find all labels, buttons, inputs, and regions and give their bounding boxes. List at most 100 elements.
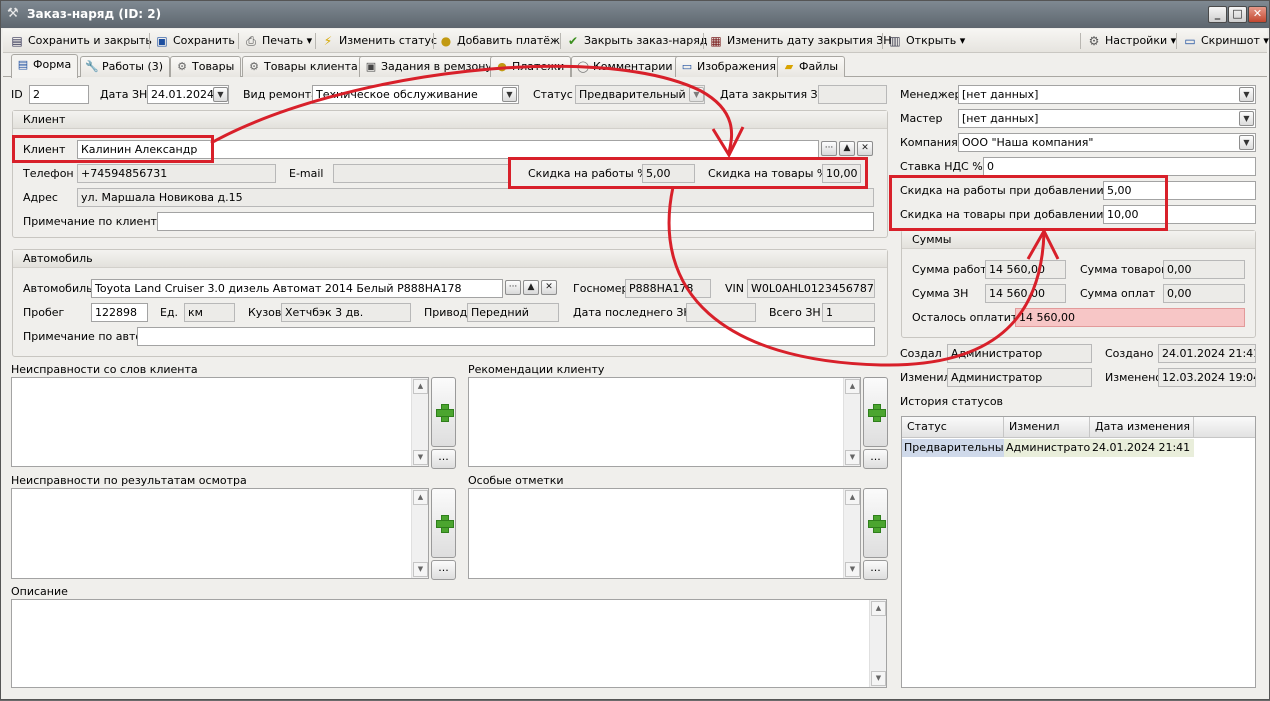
special-marks-add-button[interactable] <box>863 488 888 558</box>
tab-goods[interactable]: ⚙ Товары <box>170 56 242 77</box>
inspection-faults-scrollbar[interactable]: ▲ ▼ <box>411 489 428 578</box>
manager-dropdown-button[interactable]: ▼ <box>1239 87 1254 102</box>
tab-works[interactable]: 🔧 Работы (3) <box>80 56 171 77</box>
master-dropdown-button[interactable]: ▼ <box>1239 111 1254 126</box>
special-marks-scrollbar[interactable]: ▲ ▼ <box>843 489 860 578</box>
description-scrollbar[interactable]: ▲ ▼ <box>869 600 886 687</box>
recommendations-more-button[interactable]: ... <box>863 449 888 469</box>
unit-field: км <box>184 303 235 322</box>
vat-field[interactable]: 0 <box>983 157 1256 176</box>
column-header-changed-by[interactable]: Изменил <box>1004 417 1090 438</box>
client-up-button[interactable]: ▲ <box>839 141 855 156</box>
vin-field: W0L0AHL0123456787 <box>747 279 875 298</box>
tab-form[interactable]: ▤ Форма <box>11 54 79 78</box>
open-menu-button[interactable]: ▥ Открыть ▾ <box>887 32 965 50</box>
tab-files[interactable]: ▰ Файлы <box>777 56 846 77</box>
created-by-label: Создал <box>900 347 942 360</box>
image-icon: ▭ <box>681 60 693 73</box>
save-close-button[interactable]: ▤ Сохранить и закрыть <box>9 32 151 50</box>
recommendations-label: Рекомендации клиенту <box>468 363 605 376</box>
folder-icon: ▰ <box>784 60 794 73</box>
change-close-date-button[interactable]: ▦ Изменить дату закрытия ЗН <box>708 32 891 50</box>
close-order-button[interactable]: ✔ Закрыть заказ-наряд <box>565 32 707 50</box>
recommendations-memo[interactable]: ▲ ▼ <box>468 377 861 467</box>
minimize-button[interactable]: _ <box>1208 6 1227 23</box>
client-faults-more-button[interactable]: ... <box>431 449 456 469</box>
table-cell[interactable]: 24.01.2024 21:41 <box>1090 439 1194 457</box>
email-field <box>333 164 511 183</box>
special-marks-memo[interactable]: ▲ ▼ <box>468 488 861 579</box>
vat-label: Ставка НДС % <box>900 160 983 173</box>
change-status-button[interactable]: ⚡ Изменить статус <box>320 32 437 50</box>
changed-by-label: Изменил <box>900 371 951 384</box>
goods-sum-label: Сумма товаров <box>1080 263 1168 276</box>
created-label: Создано <box>1105 347 1154 360</box>
settings-icon: ⚙ <box>1088 34 1100 48</box>
paid-sum-field: 0,00 <box>1163 284 1245 303</box>
column-header-change-date[interactable]: Дата изменения <box>1090 417 1194 438</box>
save-button[interactable]: ▣ Сохранить <box>154 32 235 50</box>
client-faults-add-button[interactable] <box>431 377 456 447</box>
coins-icon: ● <box>440 34 452 48</box>
repair-type-dropdown-button[interactable]: ▼ <box>502 87 517 102</box>
car-browse-button[interactable]: ··· <box>505 280 521 295</box>
drive-field: Передний <box>467 303 559 322</box>
screenshot-menu-button[interactable]: ▭ Скриншот ▾ <box>1182 32 1269 50</box>
inspection-faults-memo[interactable]: ▲ ▼ <box>11 488 429 579</box>
phone-field: +74594856731 <box>77 164 276 183</box>
description-memo[interactable]: ▲ ▼ <box>11 599 887 688</box>
company-select[interactable]: ООО "Наша компания" <box>958 133 1256 152</box>
id-field[interactable]: 2 <box>29 85 89 104</box>
title-bar: ⚒ Заказ-наряд (ID: 2) _ □ ✕ <box>1 1 1269 28</box>
inspection-faults-label: Неисправности по результатам осмотра <box>11 474 247 487</box>
table-cell[interactable]: Администратор <box>1004 439 1097 457</box>
repair-type-select[interactable]: Техническое обслуживание <box>312 85 519 104</box>
maximize-button[interactable]: □ <box>1228 6 1247 23</box>
company-label: Компания <box>900 136 958 149</box>
column-header-status[interactable]: Статус <box>902 417 1004 438</box>
body-field: Хетчбэк 3 дв. <box>281 303 411 322</box>
inspection-faults-add-button[interactable] <box>431 488 456 558</box>
recommendations-scrollbar[interactable]: ▲ ▼ <box>843 378 860 466</box>
inspection-faults-more-button[interactable]: ... <box>431 560 456 580</box>
tab-payments[interactable]: ● Платежи <box>490 56 572 77</box>
car-note-field[interactable] <box>137 327 875 346</box>
manager-select[interactable]: [нет данных] <box>958 85 1256 104</box>
order-sum-label: Сумма ЗН <box>912 287 969 300</box>
company-dropdown-button[interactable]: ▼ <box>1239 135 1254 150</box>
client-faults-scrollbar[interactable]: ▲ ▼ <box>411 378 428 466</box>
id-label: ID <box>11 88 23 101</box>
close-button[interactable]: ✕ <box>1248 6 1267 23</box>
car-clear-button[interactable]: ✕ <box>541 280 557 295</box>
client-browse-button[interactable]: ··· <box>821 141 837 156</box>
table-cell[interactable]: Предварительный <box>902 439 1011 457</box>
body-label: Кузов <box>248 306 282 319</box>
plate-field: Р888НА178 <box>625 279 711 298</box>
print-button[interactable]: ⎙ Печать ▾ <box>243 32 312 50</box>
client-group-title: Клиент <box>13 111 887 129</box>
coins-icon: ● <box>497 60 507 73</box>
tab-repair-tasks[interactable]: ▣ Задания в ремзону <box>359 56 499 77</box>
client-clear-button[interactable]: ✕ <box>857 141 873 156</box>
order-window: ⚒ Заказ-наряд (ID: 2) _ □ ✕ ▤ Сохранить и… <box>0 0 1270 700</box>
car-up-button[interactable]: ▲ <box>523 280 539 295</box>
mileage-field[interactable]: 122898 <box>91 303 148 322</box>
settings-menu-button[interactable]: ⚙ Настройки ▾ <box>1086 32 1177 50</box>
tab-comments[interactable]: ◯ Комментарии <box>571 56 680 77</box>
task-icon: ▣ <box>365 60 377 73</box>
recommendations-add-button[interactable] <box>863 377 888 447</box>
add-payment-button[interactable]: ● Добавить платёж <box>438 32 560 50</box>
status-history-grid[interactable]: Статус Изменил Дата изменения Предварите… <box>901 416 1256 688</box>
client-faults-memo[interactable]: ▲ ▼ <box>11 377 429 467</box>
car-field[interactable]: Toyota Land Cruiser 3.0 дизель Автомат 2… <box>91 279 503 298</box>
special-marks-more-button[interactable]: ... <box>863 560 888 580</box>
repair-type-label: Вид ремонта <box>243 88 318 101</box>
tab-images[interactable]: ▭ Изображения <box>675 56 783 77</box>
column-header-filler <box>1194 417 1255 438</box>
checkmark-icon: ✔ <box>567 34 579 48</box>
client-note-field[interactable] <box>157 212 874 231</box>
tab-client-goods[interactable]: ⚙ Товары клиента <box>242 56 365 77</box>
date-dropdown-button[interactable]: ▼ <box>213 87 228 102</box>
paid-sum-label: Сумма оплат <box>1080 287 1156 300</box>
master-select[interactable]: [нет данных] <box>958 109 1256 128</box>
